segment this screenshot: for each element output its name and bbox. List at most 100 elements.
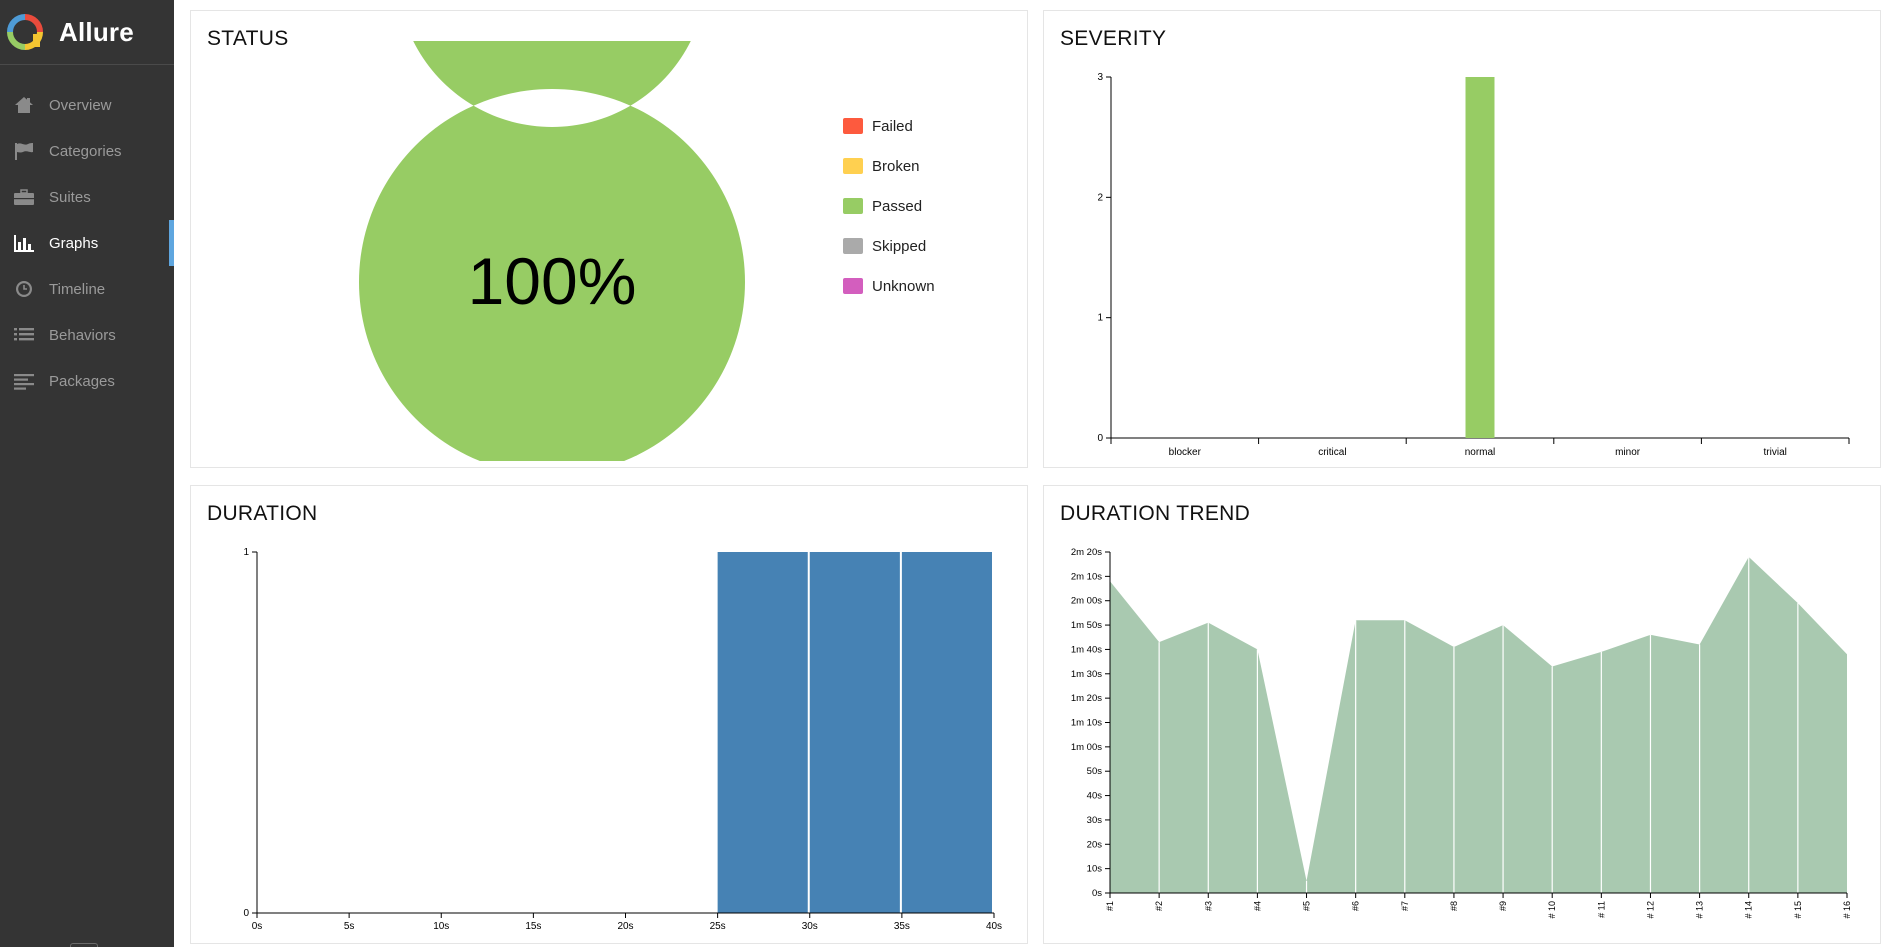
- sidebar-item-packages[interactable]: Packages: [0, 358, 174, 404]
- status-legend: Failed Broken Passed Skipped Unknown: [843, 106, 935, 306]
- histogram-bar-1: [809, 552, 900, 913]
- y-tick-label: 1m 10s: [1071, 718, 1102, 729]
- y-tick-label: 1m 50s: [1071, 620, 1102, 631]
- list-icon: [12, 324, 36, 346]
- legend-item-unknown[interactable]: Unknown: [843, 266, 935, 306]
- sidebar-item-overview[interactable]: Overview: [0, 82, 174, 128]
- x-tick-label: #5: [1302, 901, 1312, 911]
- y-tick-label: 2: [1097, 192, 1103, 203]
- duration-widget: DURATION 0 1 0s 5s 10s 15s 20s 25s 30s 35s 40s: [190, 485, 1028, 944]
- x-tick-label: 25s: [710, 921, 726, 932]
- sidebar-item-categories[interactable]: Categories: [0, 128, 174, 174]
- sidebar-item-label: Graphs: [49, 234, 99, 252]
- x-tick-label: #8: [1449, 901, 1459, 911]
- y-tick-label: 3: [1097, 72, 1103, 83]
- x-tick-label: #4: [1252, 901, 1262, 911]
- legend-item-passed[interactable]: Passed: [843, 186, 935, 226]
- x-tick-label: 30s: [802, 921, 818, 932]
- legend-label: Passed: [872, 197, 923, 215]
- legend-label: Unknown: [872, 277, 935, 295]
- bar-chart-icon: [12, 232, 36, 254]
- severity-bar-chart: 0 1 2 3 blocker critical normal minor trivial: [1097, 72, 1850, 458]
- x-tick-label: #7: [1400, 901, 1410, 911]
- x-tick-label: # 14: [1744, 901, 1754, 919]
- x-tick-label: 15s: [525, 921, 541, 932]
- y-tick-label: 2m 00s: [1071, 596, 1102, 607]
- legend-label: Skipped: [872, 237, 927, 255]
- y-tick-label: 50s: [1087, 766, 1103, 777]
- histogram-bar-0: [717, 552, 808, 913]
- x-tick-label: # 12: [1645, 901, 1655, 919]
- duration-histogram: 010s 5s 10s 15s 20s 25s 30s 35s 40s: [243, 547, 1002, 932]
- sidebar-item-label: Timeline: [49, 280, 106, 298]
- legend-swatch: [843, 278, 863, 294]
- x-tick-label: critical: [1318, 447, 1346, 458]
- y-tick-label: 30s: [1087, 815, 1103, 826]
- x-tick-label: #1: [1105, 901, 1115, 911]
- duration-trend-chart: 0s 10s 20s 30s 40s 50s 1m 00s 1m 10s 1m 20s 1m 30…: [1071, 547, 1852, 919]
- x-tick-label: #9: [1498, 901, 1508, 911]
- legend-swatch: [843, 238, 863, 254]
- x-tick-label: blocker: [1169, 447, 1202, 458]
- x-tick-label: 0s: [252, 921, 263, 932]
- y-tick-label: 0: [1097, 433, 1103, 444]
- x-tick-label: 5s: [344, 921, 355, 932]
- bar-normal: [1465, 77, 1495, 438]
- severity-widget: SEVERITY 0 1 2 3 blocker critical normal minor t…: [1043, 10, 1881, 468]
- sidebar-collapse-handle[interactable]: [70, 943, 98, 947]
- x-tick-label: # 10: [1547, 901, 1557, 919]
- x-tick-label: #2: [1154, 901, 1164, 911]
- briefcase-icon: [12, 186, 36, 208]
- trend-area: [1110, 556, 1847, 893]
- legend-item-broken[interactable]: Broken: [843, 146, 935, 186]
- histogram-bar-2: [901, 552, 992, 913]
- y-tick-label: 1m 40s: [1071, 644, 1102, 655]
- status-widget: STATUS 100% Failed Broken Passed Skipped Unk…: [190, 10, 1028, 468]
- x-tick-label: normal: [1465, 447, 1496, 458]
- legend-swatch: [843, 118, 863, 134]
- x-tick-label: # 13: [1695, 901, 1705, 919]
- duration-trend-widget: DURATION TREND 0s 10s 20s 30s 40s 50s 1m 00s 1m…: [1043, 485, 1881, 944]
- y-tick-label: 2m 10s: [1071, 571, 1102, 582]
- y-tick-label: 1: [1097, 313, 1103, 324]
- sidebar-nav: Overview Categories Suites Graphs Timeli…: [0, 82, 174, 404]
- y-tick-label: 1: [243, 547, 249, 558]
- legend-item-skipped[interactable]: Skipped: [843, 226, 935, 266]
- x-tick-label: #6: [1351, 901, 1361, 911]
- x-tick-label: minor: [1615, 447, 1641, 458]
- flag-icon: [12, 140, 36, 162]
- allure-logo-icon: [7, 14, 43, 50]
- sidebar: Allure Overview Categories Suites Graphs: [0, 0, 174, 947]
- legend-label: Broken: [872, 157, 920, 175]
- sidebar-item-label: Packages: [49, 372, 115, 390]
- y-tick-label: 0s: [1092, 888, 1102, 899]
- x-tick-label: 20s: [617, 921, 633, 932]
- brand[interactable]: Allure: [0, 0, 174, 65]
- sidebar-item-graphs[interactable]: Graphs: [0, 220, 174, 266]
- x-tick-label: # 15: [1793, 901, 1803, 919]
- y-tick-label: 1m 20s: [1071, 693, 1102, 704]
- clock-icon: [12, 278, 36, 300]
- legend-swatch: [843, 198, 863, 214]
- sidebar-item-suites[interactable]: Suites: [0, 174, 174, 220]
- align-left-icon: [12, 370, 36, 392]
- status-donut-chart: 100%: [359, 41, 745, 461]
- brand-name: Allure: [59, 16, 134, 47]
- donut-center-label: 100%: [468, 244, 637, 318]
- y-tick-label: 0: [243, 908, 249, 919]
- x-tick-label: # 16: [1842, 901, 1852, 919]
- x-tick-label: 10s: [433, 921, 449, 932]
- legend-item-failed[interactable]: Failed: [843, 106, 935, 146]
- y-tick-label: 10s: [1087, 864, 1103, 875]
- sidebar-item-behaviors[interactable]: Behaviors: [0, 312, 174, 358]
- sidebar-item-timeline[interactable]: Timeline: [0, 266, 174, 312]
- sidebar-item-label: Categories: [49, 142, 122, 160]
- x-tick-label: #3: [1203, 901, 1213, 911]
- sidebar-item-label: Suites: [49, 188, 91, 206]
- legend-label: Failed: [872, 117, 913, 135]
- x-tick-label: 35s: [894, 921, 910, 932]
- y-tick-label: 2m 20s: [1071, 547, 1102, 558]
- y-tick-label: 1m 00s: [1071, 742, 1102, 753]
- y-tick-label: 20s: [1087, 839, 1103, 850]
- x-tick-label: # 11: [1596, 901, 1606, 918]
